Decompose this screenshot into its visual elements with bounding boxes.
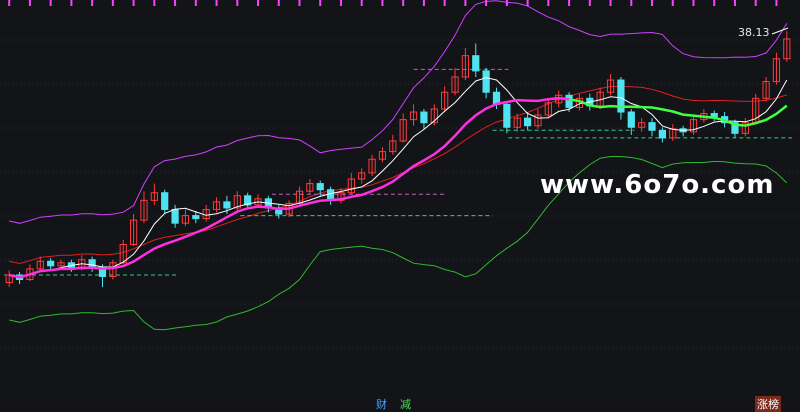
candle-body bbox=[420, 111, 428, 124]
candle-body bbox=[658, 129, 667, 139]
candle-body bbox=[482, 70, 490, 93]
top-dot-marker bbox=[754, 0, 757, 6]
candle-body bbox=[192, 215, 200, 220]
candle-body bbox=[161, 192, 169, 210]
top-dot-marker bbox=[91, 0, 94, 6]
stock-chart bbox=[0, 0, 800, 349]
top-dot-marker bbox=[568, 0, 571, 6]
top-dot-marker bbox=[49, 0, 52, 6]
last-price-label: 38.13 bbox=[738, 26, 770, 39]
top-dot-marker bbox=[277, 0, 280, 6]
last-price-arrow bbox=[771, 27, 789, 35]
candle-body bbox=[171, 208, 179, 224]
candle-body bbox=[503, 103, 511, 128]
ma-slow-recent-line bbox=[568, 98, 788, 127]
ma-slow-line bbox=[8, 96, 570, 279]
top-dot-marker bbox=[215, 0, 218, 6]
top-dot-marker bbox=[505, 0, 508, 6]
top-dot-marker bbox=[775, 0, 778, 6]
candle-body bbox=[523, 117, 532, 127]
top-dot-marker bbox=[422, 0, 425, 6]
top-dot-marker bbox=[464, 0, 467, 6]
candle-body bbox=[316, 183, 324, 191]
top-dot-marker bbox=[547, 0, 550, 6]
top-dot-marker bbox=[174, 0, 177, 6]
top-dot-marker bbox=[402, 0, 405, 6]
bollinger-bands bbox=[9, 0, 788, 331]
candle-body bbox=[710, 113, 718, 118]
top-dot-marker bbox=[443, 0, 446, 6]
top-dot-marker bbox=[381, 0, 384, 6]
top-dot-marker bbox=[671, 0, 674, 6]
candle-body bbox=[627, 111, 635, 128]
candles bbox=[5, 31, 791, 288]
top-dot-marker bbox=[153, 0, 156, 6]
top-dot-marker bbox=[8, 0, 11, 6]
candle-body bbox=[47, 260, 55, 267]
watermark: www.6o7o.com bbox=[540, 170, 775, 200]
top-dot-marker bbox=[28, 0, 31, 6]
top-dot-marker bbox=[236, 0, 239, 6]
top-dot-marker bbox=[132, 0, 135, 6]
top-dot-marker bbox=[588, 0, 591, 6]
candle-body bbox=[472, 55, 480, 72]
top-dot-marker bbox=[713, 0, 716, 6]
top-dots bbox=[8, 0, 778, 6]
top-dot-marker bbox=[111, 0, 114, 6]
top-dot-marker bbox=[526, 0, 529, 6]
candle-body bbox=[565, 94, 573, 108]
candle-body bbox=[648, 122, 656, 131]
top-dot-marker bbox=[70, 0, 73, 6]
top-dot-marker bbox=[609, 0, 612, 6]
top-dot-marker bbox=[194, 0, 197, 6]
top-dot-marker bbox=[339, 0, 342, 6]
top-dot-marker bbox=[630, 0, 633, 6]
candle-body bbox=[88, 259, 96, 268]
top-dot-marker bbox=[692, 0, 695, 6]
top-dot-marker bbox=[360, 0, 363, 6]
top-dot-marker bbox=[298, 0, 301, 6]
top-dot-marker bbox=[651, 0, 654, 6]
top-dot-marker bbox=[319, 0, 322, 6]
candle-body bbox=[223, 201, 231, 209]
top-dot-marker bbox=[733, 0, 736, 6]
top-dot-marker bbox=[257, 0, 260, 6]
top-dot-marker bbox=[485, 0, 488, 6]
